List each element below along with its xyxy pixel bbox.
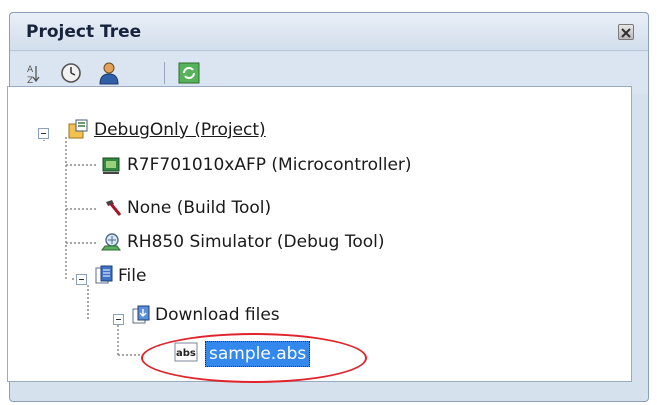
tree-node-debug-tool[interactable]: RH850 Simulator (Debug Tool) <box>127 230 385 254</box>
collapse-toggle-download-files[interactable] <box>113 314 124 325</box>
highlight-ellipse <box>141 333 367 383</box>
project-icon <box>67 118 89 140</box>
tree-node-download-files[interactable]: Download files <box>155 303 280 327</box>
close-icon[interactable] <box>618 24 634 40</box>
panel-titlebar: Project Tree <box>10 13 648 51</box>
toolbar-separator <box>164 62 165 84</box>
collapse-toggle-project[interactable] <box>38 128 49 139</box>
tree-node-project[interactable]: DebugOnly (Project) <box>94 118 266 142</box>
person-icon[interactable] <box>96 60 122 86</box>
tree-node-microcontroller[interactable]: R7F701010xAFP (Microcontroller) <box>127 153 412 177</box>
file-folder-icon <box>93 264 115 286</box>
tree-node-build-tool[interactable]: None (Build Tool) <box>127 196 271 220</box>
refresh-icon[interactable] <box>176 60 202 86</box>
debug-tool-icon <box>100 231 122 253</box>
svg-text:Z: Z <box>27 76 33 86</box>
sort-icon[interactable]: A Z <box>20 60 46 86</box>
microcontroller-icon <box>100 154 122 176</box>
clock-icon[interactable] <box>58 60 84 86</box>
hammer-icon <box>100 197 122 219</box>
collapse-toggle-file[interactable] <box>76 274 87 285</box>
download-files-icon <box>130 304 152 326</box>
tree-node-file[interactable]: File <box>118 264 146 288</box>
svg-text:A: A <box>27 65 34 75</box>
panel-title: Project Tree <box>26 22 142 42</box>
